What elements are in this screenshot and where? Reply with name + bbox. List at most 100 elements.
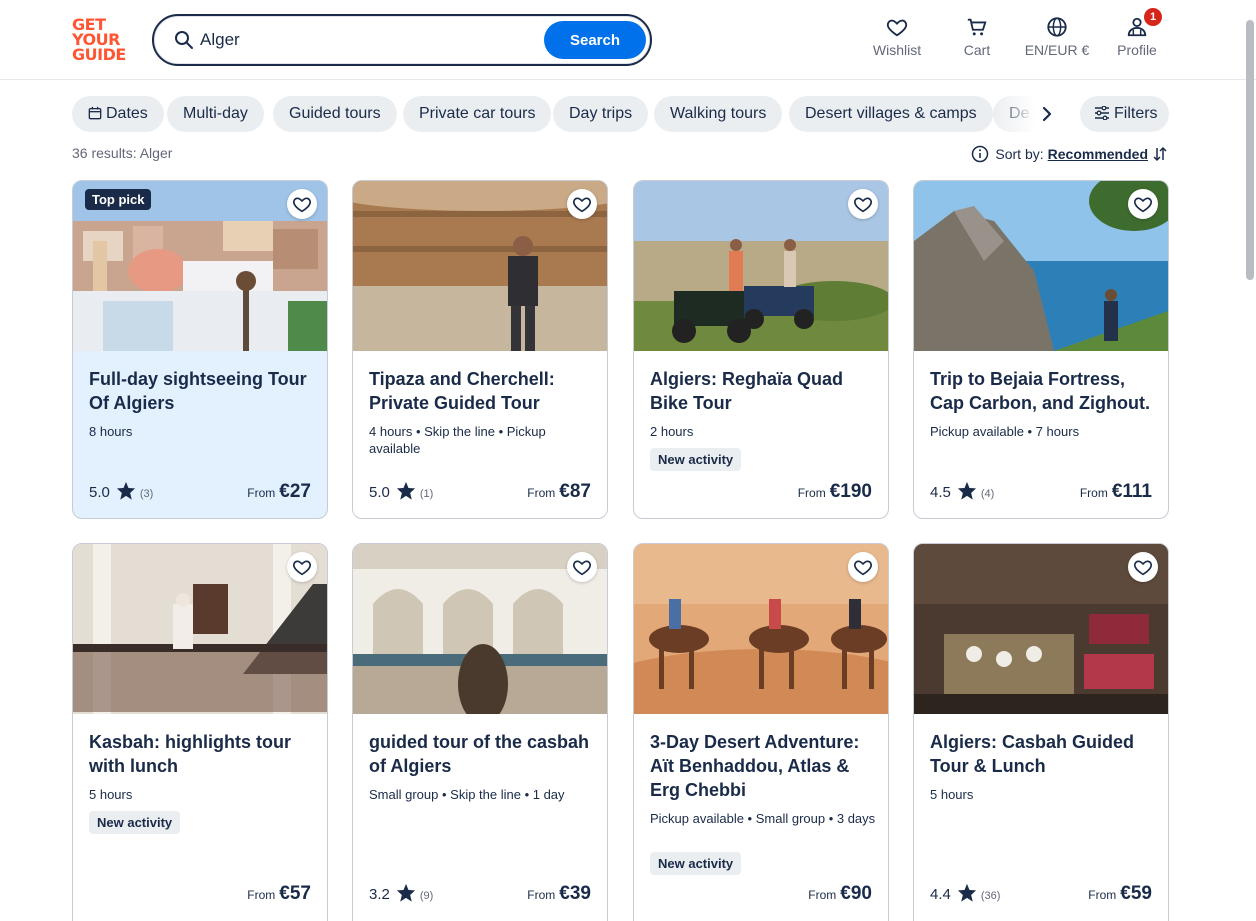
activity-card[interactable]: Tipaza and Cherchell: Private Guided Tou…: [352, 180, 608, 519]
activity-card[interactable]: Trip to Bejaia Fortress, Cap Carbon, and…: [913, 180, 1169, 519]
wishlist-toggle[interactable]: [848, 552, 878, 582]
activity-meta: 2 hours: [650, 424, 694, 439]
activity-meta: Small group • Skip the line • 1 day: [369, 787, 565, 802]
language-currency-nav[interactable]: EN/EUR €: [1012, 16, 1102, 58]
activity-rating: 5.0 (1): [369, 481, 433, 501]
wishlist-toggle[interactable]: [1128, 552, 1158, 582]
chip-label: Guided tours: [289, 105, 381, 122]
chip-day-trips[interactable]: Day trips: [553, 96, 649, 132]
sort-value[interactable]: Recommended: [1048, 146, 1148, 162]
activity-rating: 4.5 (4): [930, 481, 994, 501]
sliders-icon: [1095, 105, 1109, 121]
activity-card[interactable]: Top pick Full-day sightseeing Tour Of Al…: [72, 180, 328, 519]
wishlist-nav[interactable]: Wishlist: [862, 16, 932, 58]
heart-outline-icon: [1134, 560, 1152, 576]
activity-price: From €190: [798, 481, 872, 503]
heart-outline-icon: [1134, 197, 1152, 213]
globe-icon: [1047, 17, 1067, 37]
notification-badge: 1: [1144, 8, 1162, 26]
heart-outline-icon: [854, 560, 872, 576]
price-prefix: From: [797, 486, 826, 500]
rating-value: 4.4: [930, 886, 951, 903]
scrollbar[interactable]: [1246, 20, 1254, 280]
activity-title[interactable]: Kasbah: highlights tour with lunch: [89, 730, 315, 778]
heart-outline-icon: [573, 560, 591, 576]
activity-meta: 8 hours: [89, 424, 133, 439]
price-value: €57: [279, 883, 311, 904]
star-icon: [957, 481, 976, 500]
chip-label: Dates: [106, 105, 148, 122]
chip-guided-tours[interactable]: Guided tours: [273, 96, 397, 132]
activity-card[interactable]: 3-Day Desert Adventure: Aït Benhaddou, A…: [633, 543, 889, 921]
search-icon: [175, 31, 193, 49]
sort-control[interactable]: Sort by: Recommended: [971, 145, 1168, 163]
profile-label: Profile: [1117, 42, 1157, 58]
search-input[interactable]: [200, 26, 540, 54]
wishlist-toggle[interactable]: [287, 552, 317, 582]
activity-rating: 5.0 (3): [89, 481, 153, 501]
sort-label: Sort by:: [995, 146, 1044, 162]
price-prefix: From: [808, 888, 837, 902]
activity-card[interactable]: Kasbah: highlights tour with lunch 5 hou…: [72, 543, 328, 921]
review-count: (1): [419, 488, 434, 500]
wishlist-toggle[interactable]: [287, 189, 317, 219]
filters-label: Filters: [1114, 105, 1158, 122]
activity-meta: 5 hours: [89, 787, 133, 802]
activity-title[interactable]: 3-Day Desert Adventure: Aït Benhaddou, A…: [650, 730, 876, 802]
star-icon: [957, 883, 976, 902]
wishlist-toggle[interactable]: [848, 189, 878, 219]
activity-title[interactable]: Full-day sightseeing Tour Of Algiers: [89, 367, 315, 415]
activity-title[interactable]: Trip to Bejaia Fortress, Cap Carbon, and…: [930, 367, 1156, 415]
search-button[interactable]: Search: [544, 21, 646, 59]
price-prefix: From: [527, 888, 556, 902]
chip-dates[interactable]: Dates: [72, 96, 164, 132]
activity-card[interactable]: Algiers: Casbah Guided Tour & Lunch 5 ho…: [913, 543, 1169, 921]
search-bar: Search: [152, 14, 652, 66]
new-activity-badge: New activity: [650, 448, 742, 471]
activity-card[interactable]: Algiers: Reghaïa Quad Bike Tour 2 hours …: [633, 180, 889, 519]
wishlist-toggle[interactable]: [1128, 189, 1158, 219]
price-value: €59: [1120, 883, 1152, 904]
activity-title[interactable]: Tipaza and Cherchell: Private Guided Tou…: [369, 367, 595, 415]
activity-card[interactable]: guided tour of the casbah of Algiers Sma…: [352, 543, 608, 921]
wishlist-label: Wishlist: [872, 42, 922, 58]
activity-price: From €27: [247, 481, 311, 503]
activity-meta: 5 hours: [930, 787, 974, 802]
price-prefix: From: [247, 486, 276, 500]
price-prefix: From: [1088, 888, 1117, 902]
price-prefix: From: [527, 486, 556, 500]
activity-title[interactable]: Algiers: Reghaïa Quad Bike Tour: [650, 367, 876, 415]
review-count: (36): [980, 890, 1001, 902]
activity-rating: 3.2 (9): [369, 883, 433, 903]
price-value: €39: [559, 883, 591, 904]
chip-label: Walking tours: [670, 105, 767, 122]
chip-label: Day trips: [569, 105, 633, 122]
rating-value: 3.2: [369, 886, 390, 903]
wishlist-toggle[interactable]: [567, 552, 597, 582]
site-header: GET YOUR GUIDE Search Wishlist Cart EN/E…: [0, 0, 1256, 80]
chip-private-car-tours[interactable]: Private car tours: [403, 96, 552, 132]
activity-price: From €111: [1080, 481, 1152, 503]
price-value: €87: [559, 481, 591, 502]
getyourguide-logo[interactable]: GET YOUR GUIDE: [72, 17, 130, 63]
language-currency-label: EN/EUR €: [1024, 42, 1090, 58]
wishlist-toggle[interactable]: [567, 189, 597, 219]
activity-title[interactable]: guided tour of the casbah of Algiers: [369, 730, 595, 778]
rating-value: 5.0: [89, 484, 110, 501]
chevron-right-icon[interactable]: [1036, 103, 1058, 125]
activity-title[interactable]: Algiers: Casbah Guided Tour & Lunch: [930, 730, 1156, 778]
star-icon: [116, 481, 135, 500]
profile-nav[interactable]: 1 Profile: [1102, 8, 1172, 58]
cart-nav[interactable]: Cart: [942, 16, 1012, 58]
info-icon[interactable]: [971, 145, 989, 163]
activity-meta: Pickup available • Small group • 3 days: [650, 811, 876, 826]
chip-label: Private car tours: [419, 105, 536, 122]
filters-button[interactable]: Filters: [1080, 96, 1169, 132]
price-prefix: From: [1079, 486, 1108, 500]
sort-arrows-icon[interactable]: [1152, 146, 1168, 162]
top-pick-badge: Top pick: [85, 189, 152, 210]
calendar-icon: [88, 106, 102, 120]
chip-walking-tours[interactable]: Walking tours: [654, 96, 783, 132]
chip-multi-day[interactable]: Multi-day: [167, 96, 264, 132]
chip-desert-villages-camps[interactable]: Desert villages & camps: [789, 96, 993, 132]
